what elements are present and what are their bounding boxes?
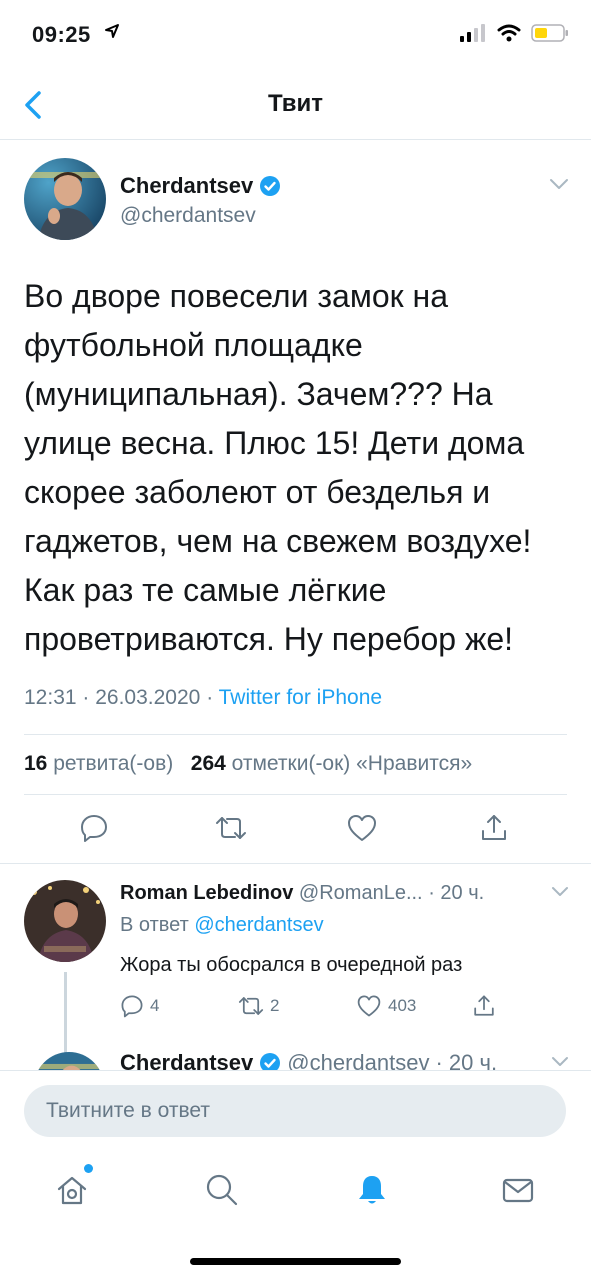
reply-to-handle-link[interactable]: @cherdantsev: [194, 914, 323, 936]
reply-icon: [121, 995, 143, 1018]
home-icon: [57, 1176, 87, 1205]
next-author-avatar[interactable]: [34, 1052, 104, 1070]
tab-home[interactable]: [50, 1168, 94, 1212]
search-icon: [206, 1174, 238, 1206]
next-author-name[interactable]: Cherdantsev: [120, 1050, 253, 1070]
reply-to-line: В ответ @cherdantsev: [120, 914, 324, 937]
reply-compose-input[interactable]: Твитните в ответ: [24, 1085, 566, 1137]
retweets-stat[interactable]: 16 ретвита(-ов): [24, 752, 173, 775]
unread-dot: [84, 1164, 93, 1173]
chevron-down-icon[interactable]: [551, 886, 569, 897]
likes-count: 264: [190, 752, 226, 775]
next-author-handle[interactable]: @cherdantsev: [287, 1050, 429, 1070]
meta-dot: ·: [82, 686, 96, 709]
tweet-stats: 16 ретвита(-ов) 264 отметки(-ок) «Нравит…: [24, 752, 472, 776]
tweet-actions: [0, 808, 591, 858]
share-icon: [474, 995, 494, 1016]
retweet-icon: [238, 997, 264, 1015]
signal-icon: [460, 24, 485, 42]
reply-tweet[interactable]: Roman Lebedinov @RomanLe... · 20 ч. В от…: [0, 864, 591, 1064]
author-avatar[interactable]: [24, 158, 106, 240]
retweets-label: ретвита(-ов): [53, 752, 174, 775]
reply-share-button[interactable]: [472, 994, 496, 1018]
page-title: Твит: [267, 90, 323, 117]
home-indicator[interactable]: [190, 1258, 401, 1265]
reply-retweet-button[interactable]: 2: [238, 994, 279, 1018]
verified-badge-icon: [260, 176, 281, 196]
mail-icon: [502, 1178, 534, 1203]
nav-bar: Твит: [0, 70, 591, 140]
verified-badge-icon: [260, 1053, 281, 1070]
retweet-button[interactable]: [211, 808, 251, 848]
heart-icon: [348, 815, 376, 841]
tab-messages[interactable]: [496, 1168, 540, 1212]
reply-header: Roman Lebedinov @RomanLe... · 20 ч.: [120, 882, 484, 905]
reply-reply-button[interactable]: 4: [120, 994, 159, 1018]
author-handle[interactable]: @cherdantsev: [120, 204, 256, 228]
battery-icon: [531, 24, 568, 42]
likes-stat[interactable]: 264 отметки(-ок) «Нравится»: [191, 752, 472, 775]
tweet-meta: 12:31 · 26.03.2020 · Twitter for iPhone: [24, 686, 382, 710]
next-tweet[interactable]: Cherdantsev @cherdantsev · 20 ч.: [0, 1044, 591, 1070]
status-bar: 09:25: [0, 0, 591, 70]
chevron-down-icon[interactable]: [549, 178, 569, 190]
reply-author-handle[interactable]: @RomanLe...: [299, 882, 423, 904]
reply-author-name[interactable]: Roman Lebedinov: [120, 882, 293, 904]
reply-icon: [81, 815, 107, 842]
reply-age: · 20 ч.: [428, 882, 485, 904]
reply-likes-count: 403: [388, 996, 417, 1015]
meta-dot: ·: [206, 686, 219, 709]
reply-replies-count: 4: [150, 996, 160, 1015]
author-name-text: Cherdantsev: [120, 173, 254, 198]
reply-retweets-count: 2: [270, 996, 280, 1015]
bell-icon: [359, 1176, 385, 1204]
retweets-count: 16: [24, 752, 48, 775]
author-name[interactable]: Cherdantsev: [120, 173, 281, 199]
reply-like-button[interactable]: 403: [356, 994, 416, 1018]
reply-to-prefix: В ответ: [120, 914, 189, 936]
status-indicators: [459, 24, 569, 42]
reply-text: Жора ты обосрался в очередной раз: [120, 954, 463, 976]
status-time: 09:25: [32, 22, 91, 47]
share-button[interactable]: [474, 808, 514, 848]
reply-author-avatar[interactable]: [24, 880, 106, 962]
tab-notifications[interactable]: [350, 1168, 394, 1212]
tweet-text: Во дворе повесели замок на футбольной пл…: [24, 278, 532, 657]
likes-label: отметки(-ок) «Нравится»: [231, 752, 473, 775]
location-arrow-icon: [105, 24, 119, 38]
compose-bar: Твитните в ответ: [0, 1070, 591, 1150]
tweet-source-link[interactable]: Twitter for iPhone: [219, 686, 382, 709]
next-tweet-header: Cherdantsev @cherdantsev · 20 ч.: [120, 1050, 497, 1070]
wifi-icon: [497, 24, 521, 42]
share-icon: [482, 815, 506, 840]
divider: [24, 794, 567, 795]
thread-line: [64, 972, 67, 1052]
like-button[interactable]: [342, 808, 382, 848]
next-age: · 20 ч.: [435, 1050, 498, 1070]
retweet-icon: [216, 817, 246, 839]
reply-button[interactable]: [74, 808, 114, 848]
heart-icon: [357, 995, 381, 1017]
tweet-time: 12:31: [24, 686, 77, 709]
chevron-down-icon[interactable]: [551, 1056, 569, 1067]
divider: [24, 734, 567, 735]
tab-bar: [0, 1150, 591, 1230]
reply-actions: 4 2 403: [120, 994, 540, 1024]
tweet-date: 26.03.2020: [95, 686, 201, 709]
tab-search[interactable]: [200, 1168, 244, 1212]
